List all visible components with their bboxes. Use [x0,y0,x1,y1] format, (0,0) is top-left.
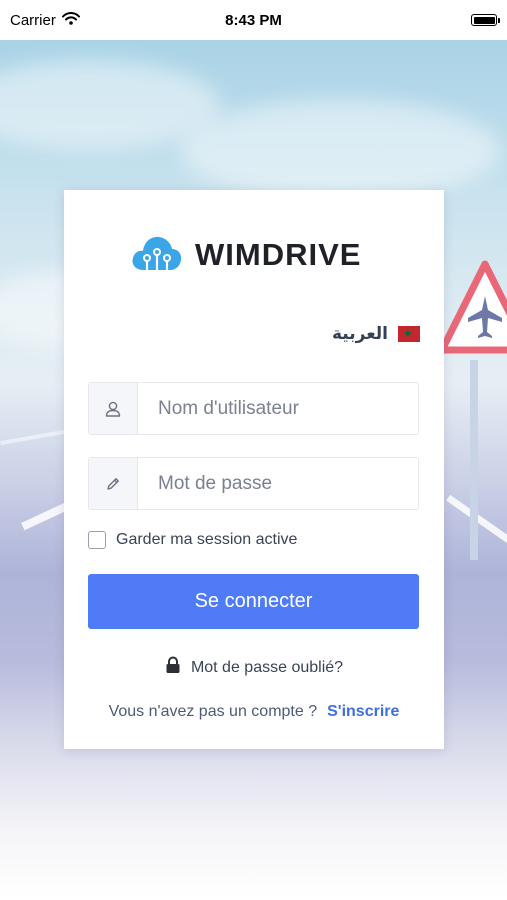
remember-label[interactable]: Garder ma session active [116,531,297,549]
forgot-password-label: Mot de passe oublié? [190,658,344,676]
road-marking [0,428,70,446]
sign-post [470,360,478,560]
wifi-icon [61,11,80,29]
forgot-password-link[interactable]: Mot de passe oublié? [64,656,444,679]
lock-icon [165,656,181,679]
username-field [88,382,419,435]
carrier-label: Carrier [10,11,56,29]
remember-checkbox[interactable] [88,531,106,549]
no-account-text: Vous n'avez pas un compte ? [108,703,318,720]
signup-row: Vous n'avez pas un compte ? S'inscrire [64,703,444,721]
morocco-flag-icon: ★ [398,326,420,342]
login-button[interactable]: Se connecter [88,574,419,629]
cloud [180,100,500,200]
language-switcher[interactable]: العربية ★ [332,324,420,344]
carrier-group: Carrier [10,12,80,29]
user-icon [89,383,138,434]
brand-logo: WIMDRIVE [131,232,361,277]
remember-session: Garder ma session active [88,531,297,549]
password-input[interactable] [138,458,418,509]
username-input[interactable] [138,383,418,434]
cloud-logo-icon [131,232,183,277]
status-bar: Carrier 8:43 PM [0,0,507,40]
password-field [88,457,419,510]
pencil-icon [89,458,138,509]
airplane-sign-icon [440,260,507,354]
brand-name: WIMDRIVE [195,236,362,272]
language-label: العربية [331,324,388,343]
signup-link[interactable]: S'inscrire [327,703,399,721]
login-card: WIMDRIVE العربية ★ Garder ma session act… [64,190,444,749]
battery-icon [471,14,500,26]
